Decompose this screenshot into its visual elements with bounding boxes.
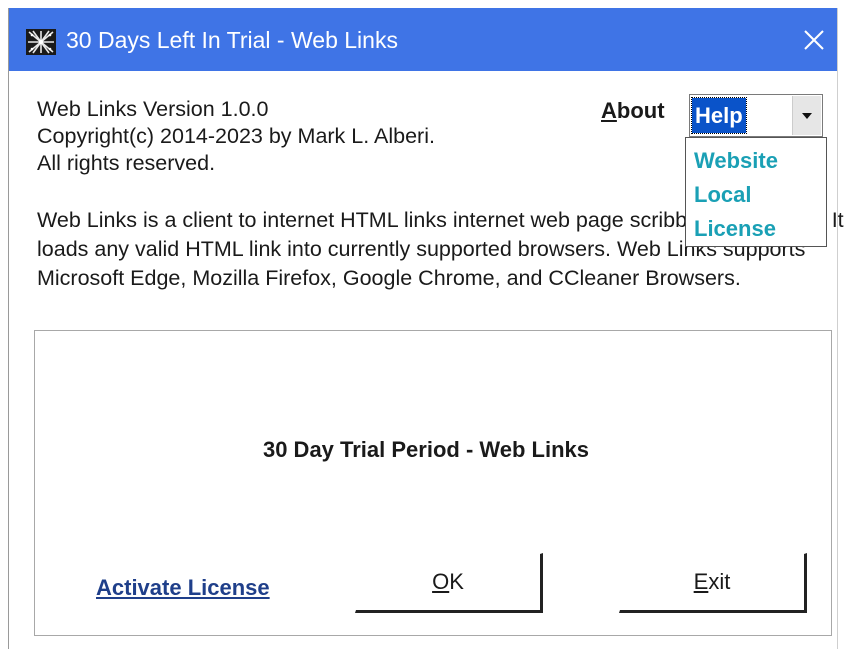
rights-text: All rights reserved. [37,151,216,175]
close-icon [804,29,824,50]
version-text: Web Links Version 1.0.0 [37,97,269,121]
app-icon [26,29,56,55]
dropdown-item-license[interactable]: License [686,212,826,246]
trial-panel: 30 Day Trial Period - Web Links Activate… [34,330,832,636]
close-button[interactable] [791,8,837,71]
dropdown-item-local[interactable]: Local [686,178,826,212]
dropdown-item-website[interactable]: Website [686,144,826,178]
copyright-text: Copyright(c) 2014-2023 by Mark L. Alberi… [37,124,435,148]
activate-license-link[interactable]: Activate License [96,575,270,601]
about-label-rest: bout [616,98,665,123]
exit-mnemonic: E [693,569,709,594]
title-bar[interactable]: 30 Days Left In Trial - Web Links [9,8,837,71]
help-dropdown[interactable]: Help [689,94,823,137]
chevron-down-icon [802,112,812,119]
about-mnemonic: A [601,98,617,123]
ok-mnemonic: O [432,569,450,594]
help-dropdown-list: Website Local License [685,137,827,247]
about-label: About [601,98,665,124]
window-title: 30 Days Left In Trial - Web Links [66,27,398,53]
dropdown-arrow-button[interactable] [792,96,821,135]
exit-label-rest: xit [708,569,731,594]
ok-button[interactable]: OK [355,553,543,613]
panel-title: 30 Day Trial Period - Web Links [262,437,590,462]
help-dropdown-value: Help [691,97,747,134]
dialog-window: 30 Days Left In Trial - Web Links Web Li… [8,8,844,649]
exit-button[interactable]: Exit [619,553,807,613]
ok-label-rest: K [449,569,464,594]
